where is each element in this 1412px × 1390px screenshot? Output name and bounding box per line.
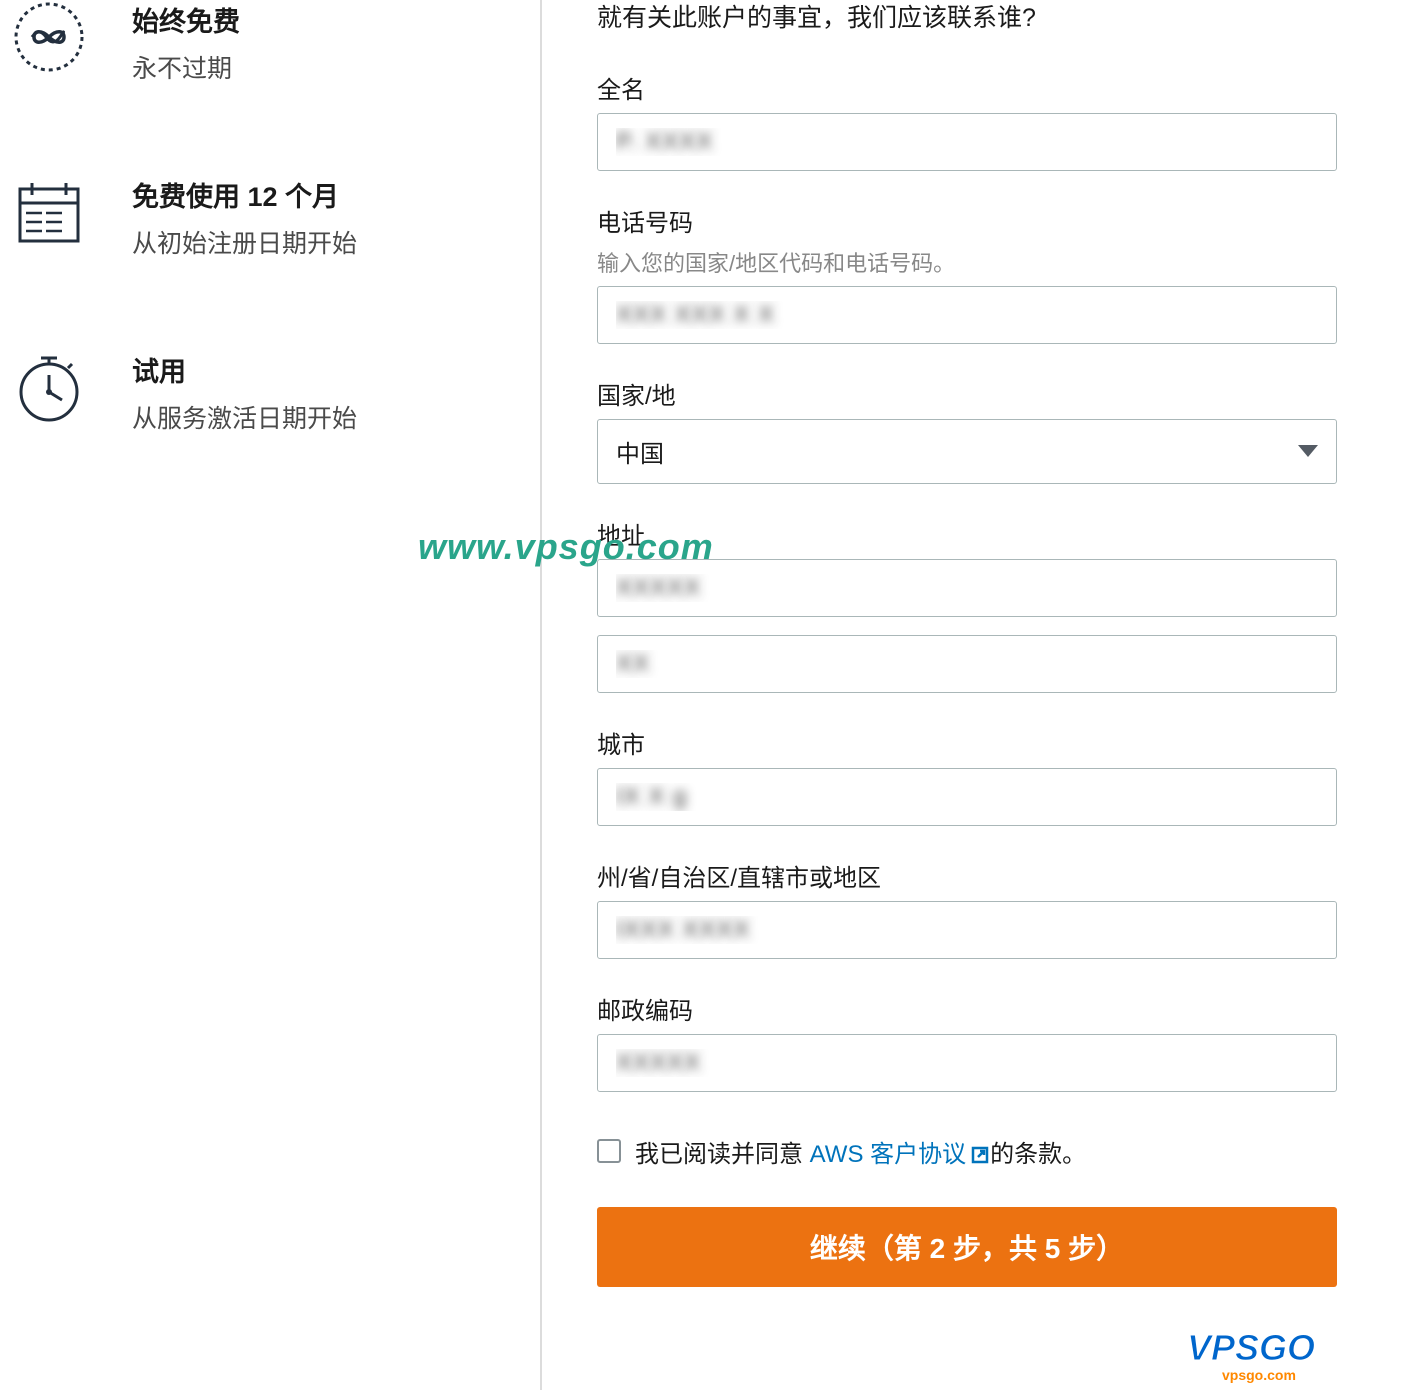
feature-title: 试用 xyxy=(132,350,357,389)
feature-title: 始终免费 xyxy=(132,0,240,39)
form-header: 就有关此账户的事宜，我们应该联系谁? xyxy=(597,0,1337,38)
city-input[interactable] xyxy=(597,768,1337,826)
fullname-label: 全名 xyxy=(597,70,1337,105)
feature-12-months: 免费使用 12 个月 从初始注册日期开始 xyxy=(12,175,540,260)
country-select[interactable]: 中国 xyxy=(597,419,1337,484)
feature-desc: 永不过期 xyxy=(132,49,240,85)
address-label: 地址 xyxy=(597,516,1337,551)
agreement-link[interactable]: AWS 客户协议 xyxy=(810,1141,990,1168)
state-input[interactable] xyxy=(597,901,1337,959)
phone-input[interactable] xyxy=(597,286,1337,344)
country-label: 国家/地 xyxy=(597,376,1337,411)
phone-label: 电话号码 xyxy=(597,203,1337,238)
feature-trial: 试用 从服务激活日期开始 xyxy=(12,350,540,435)
postal-input[interactable] xyxy=(597,1034,1337,1092)
feature-desc: 从初始注册日期开始 xyxy=(132,224,357,260)
infinity-icon xyxy=(12,0,86,74)
chevron-down-icon xyxy=(1298,445,1318,457)
stopwatch-icon xyxy=(12,350,86,424)
feature-desc: 从服务激活日期开始 xyxy=(132,399,357,435)
feature-title: 免费使用 12 个月 xyxy=(132,175,357,214)
postal-label: 邮政编码 xyxy=(597,991,1337,1026)
fullname-input[interactable] xyxy=(597,113,1337,171)
agreement-checkbox[interactable] xyxy=(597,1139,621,1163)
state-label: 州/省/自治区/直辖市或地区 xyxy=(597,858,1337,893)
continue-button[interactable]: 继续（第 2 步，共 5 步） xyxy=(597,1207,1337,1287)
phone-hint: 输入您的国家/地区代码和电话号码。 xyxy=(597,246,1337,278)
calendar-icon xyxy=(12,175,86,249)
city-label: 城市 xyxy=(597,725,1337,760)
external-link-icon xyxy=(970,1145,990,1165)
agreement-label: 我已阅读并同意 AWS 客户协议的条款。 xyxy=(635,1134,1086,1169)
address-line1-input[interactable] xyxy=(597,559,1337,617)
country-value: 中国 xyxy=(616,434,664,469)
address-line2-input[interactable] xyxy=(597,635,1337,693)
feature-always-free: 始终免费 永不过期 xyxy=(12,0,540,85)
